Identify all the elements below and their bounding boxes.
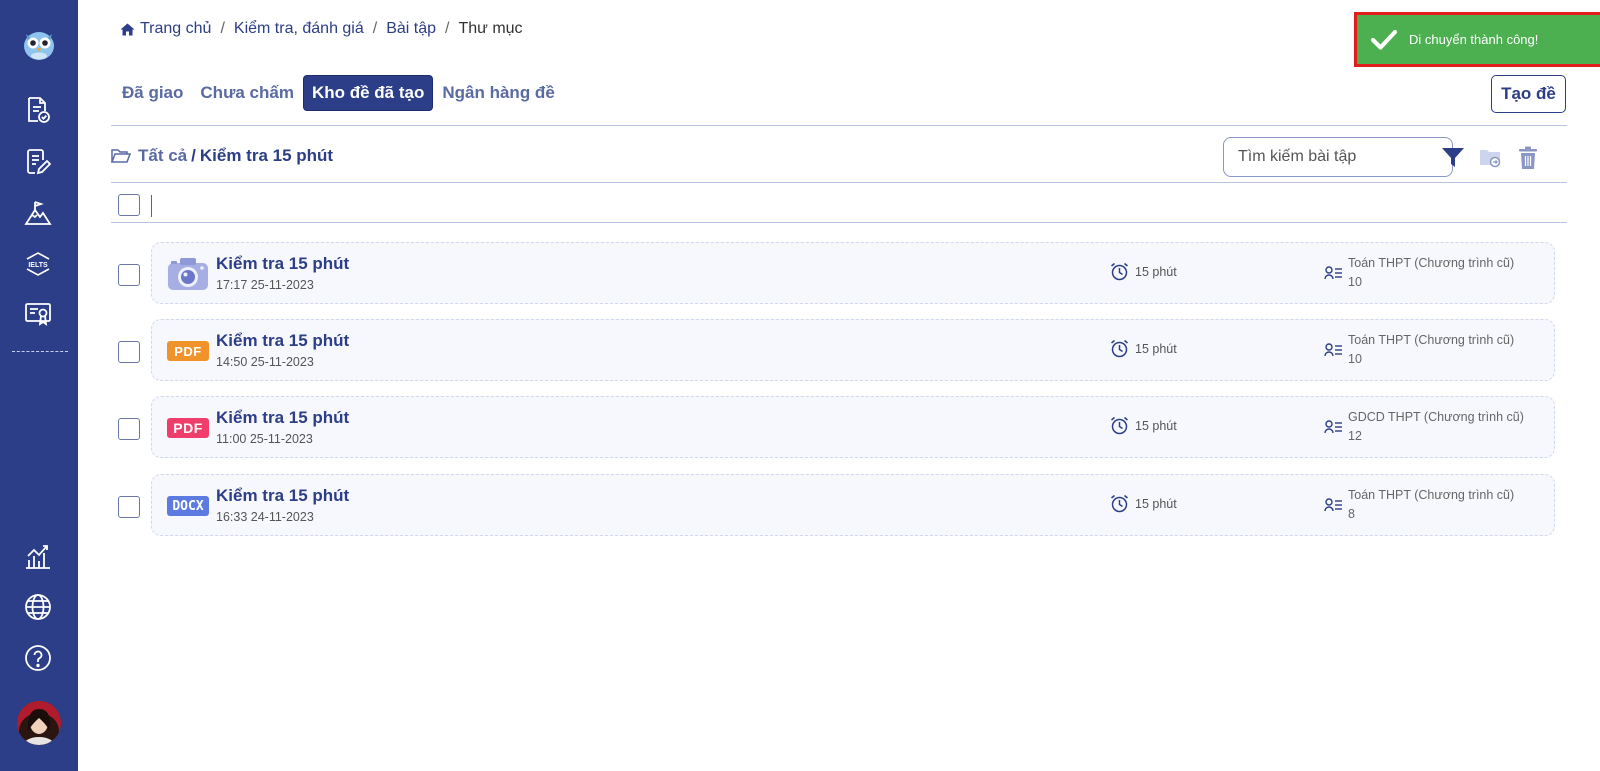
alarm-clock-icon — [1111, 339, 1128, 358]
tab-question-bank[interactable]: Ngân hàng đề — [434, 76, 562, 110]
class-user-icon — [1324, 343, 1342, 357]
list-item[interactable]: PDF Kiểm tra 15 phút 11:00 25-11-2023 15… — [151, 396, 1555, 458]
globe-icon[interactable] — [23, 592, 53, 622]
pdf-badge: PDF — [167, 341, 209, 361]
folder-path: Tất cả / Kiểm tra 15 phút — [111, 146, 333, 166]
tab-assigned[interactable]: Đã giao — [114, 76, 191, 110]
breadcrumb-separator: / — [372, 20, 378, 37]
list-item[interactable]: DOCX Kiểm tra 15 phút 16:33 24-11-2023 1… — [151, 474, 1555, 536]
folder-open-icon — [111, 149, 131, 163]
folder-path-separator: / — [191, 146, 196, 165]
success-toast[interactable]: Di chuyển thành công! — [1354, 12, 1600, 67]
breadcrumb-current: Thư mục — [458, 20, 523, 37]
text-cursor — [151, 195, 152, 217]
item-duration: 15 phút — [1110, 262, 1177, 281]
item-title: Kiểm tra 15 phút — [216, 254, 350, 273]
class-user-icon — [1324, 420, 1342, 434]
alarm-clock-icon — [1111, 262, 1128, 281]
breadcrumb-exercises[interactable]: Bài tập — [386, 20, 436, 38]
alarm-clock-icon — [1111, 416, 1128, 435]
mountain-flag-icon[interactable] — [23, 198, 53, 228]
item-title: Kiểm tra 15 phút — [216, 408, 350, 427]
trash-icon[interactable] — [1515, 145, 1541, 171]
avatar[interactable] — [17, 701, 61, 745]
svg-text:IELTS: IELTS — [28, 262, 48, 269]
toast-message: Di chuyển thành công! — [1409, 32, 1539, 47]
assignment-check-icon[interactable] — [23, 95, 53, 125]
item-duration: 15 phút — [1110, 339, 1177, 358]
item-subject: Toán THPT (Chương trình cũ) 10 — [1324, 254, 1524, 292]
filter-icon[interactable] — [1440, 145, 1466, 171]
breadcrumb-assessment[interactable]: Kiểm tra, đánh giá — [234, 20, 364, 38]
item-checkbox[interactable] — [118, 264, 140, 286]
item-title: Kiểm tra 15 phút — [216, 486, 350, 505]
item-date: 16:33 24-11-2023 — [216, 510, 314, 524]
help-icon[interactable] — [23, 643, 53, 673]
breadcrumb-home[interactable]: Trang chủ — [140, 20, 211, 38]
docx-badge: DOCX — [167, 496, 209, 516]
analytics-chart-icon[interactable] — [23, 541, 53, 571]
item-duration-text: 15 phút — [1135, 341, 1177, 356]
certificate-icon[interactable] — [23, 299, 53, 329]
tab-created-tests[interactable]: Kho đề đã tạo — [302, 75, 434, 111]
class-user-icon — [1324, 498, 1342, 512]
item-title: Kiểm tra 15 phút — [216, 331, 350, 350]
divider — [111, 182, 1567, 183]
item-duration-text: 15 phút — [1135, 418, 1177, 433]
divider — [111, 222, 1567, 223]
camera-icon — [167, 256, 209, 292]
main-content: Trang chủ / Kiểm tra, đánh giá / Bài tập… — [78, 0, 1600, 771]
select-all-checkbox[interactable] — [118, 194, 140, 216]
sidebar: IELTS — [0, 0, 78, 771]
class-user-icon — [1324, 266, 1342, 280]
pdf-badge: PDF — [167, 418, 209, 438]
item-subject-text: GDCD THPT (Chương trình cũ) 12 — [1348, 410, 1524, 443]
item-subject: GDCD THPT (Chương trình cũ) 12 — [1324, 408, 1524, 446]
docx-icon: DOCX — [167, 488, 209, 524]
ielts-icon[interactable]: IELTS — [23, 249, 53, 279]
item-subject-text: Toán THPT (Chương trình cũ) 10 — [1348, 256, 1515, 289]
item-date: 14:50 25-11-2023 — [216, 355, 314, 369]
pdf-red-icon: PDF — [167, 410, 209, 446]
item-subject-text: Toán THPT (Chương trình cũ) 10 — [1348, 333, 1515, 366]
item-duration: 15 phút — [1110, 416, 1177, 435]
item-checkbox[interactable] — [118, 418, 140, 440]
item-duration-text: 15 phút — [1135, 264, 1177, 279]
tab-ungraded[interactable]: Chưa chấm — [192, 76, 302, 110]
list-item[interactable]: Kiểm tra 15 phút 17:17 25-11-2023 15 phú… — [151, 242, 1555, 304]
item-date: 17:17 25-11-2023 — [216, 278, 314, 292]
owl-logo-icon[interactable] — [21, 26, 57, 62]
item-checkbox[interactable] — [118, 496, 140, 518]
breadcrumb: Trang chủ / Kiểm tra, đánh giá / Bài tập… — [120, 20, 523, 38]
sidebar-divider — [12, 351, 68, 352]
edit-document-icon[interactable] — [23, 147, 53, 177]
breadcrumb-separator: / — [445, 20, 450, 37]
checkmark-icon — [1371, 29, 1397, 50]
tab-bar: Đã giao Chưa chấm Kho đề đã tạo Ngân hàn… — [114, 75, 564, 111]
search-input[interactable] — [1223, 137, 1453, 177]
item-subject-text: Toán THPT (Chương trình cũ) 8 — [1348, 488, 1515, 521]
list-item[interactable]: PDF Kiểm tra 15 phút 14:50 25-11-2023 15… — [151, 319, 1555, 381]
alarm-clock-icon — [1111, 494, 1128, 513]
create-test-button[interactable]: Tạo đề — [1491, 75, 1566, 113]
item-checkbox[interactable] — [118, 341, 140, 363]
breadcrumb-separator: / — [220, 20, 225, 37]
divider — [111, 125, 1567, 126]
item-subject: Toán THPT (Chương trình cũ) 8 — [1324, 486, 1524, 524]
folder-root-link[interactable]: Tất cả — [138, 146, 187, 166]
folder-current: Kiểm tra 15 phút — [199, 146, 334, 165]
item-duration-text: 15 phút — [1135, 496, 1177, 511]
item-date: 11:00 25-11-2023 — [216, 432, 313, 446]
item-subject: Toán THPT (Chương trình cũ) 10 — [1324, 331, 1524, 369]
pdf-orange-icon: PDF — [167, 333, 209, 369]
home-icon[interactable] — [120, 23, 135, 36]
item-duration: 15 phút — [1110, 494, 1177, 513]
move-folder-icon[interactable] — [1478, 145, 1504, 171]
